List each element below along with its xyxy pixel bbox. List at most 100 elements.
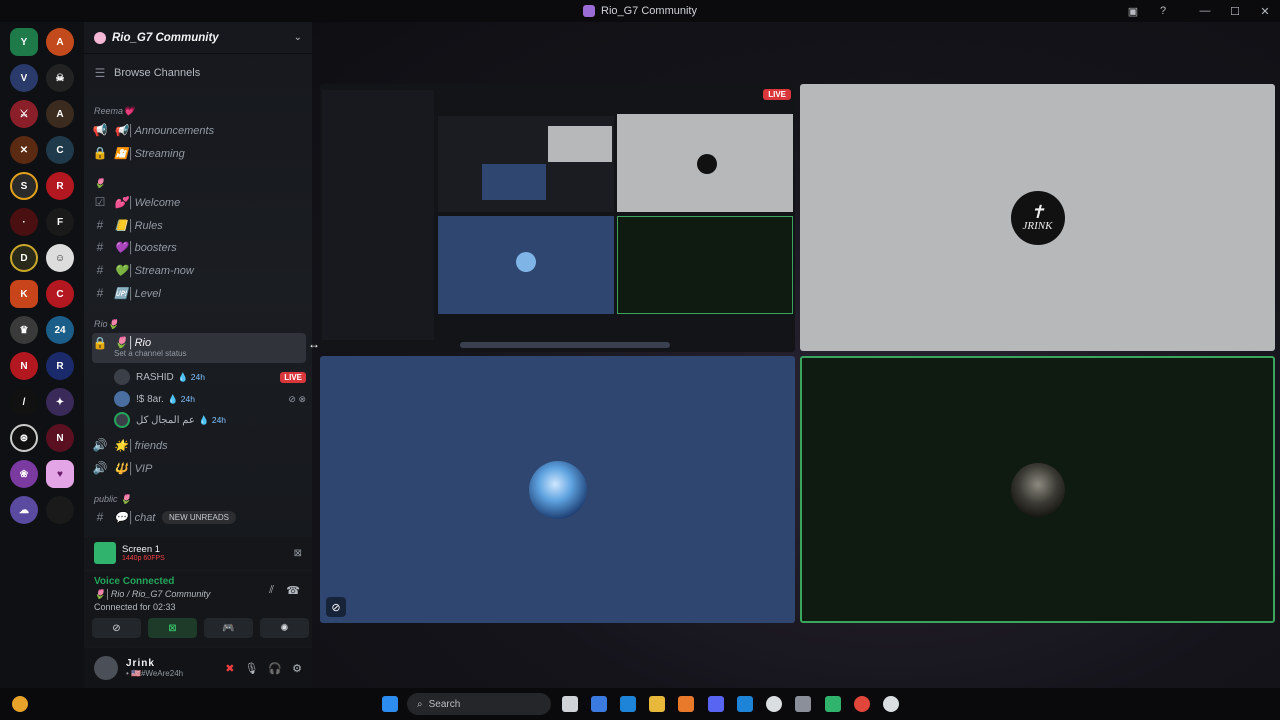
stream-panel: Screen 1 1440p 60FPS ⊠ (84, 537, 312, 569)
voice-channel-rio[interactable]: 🔒 🌷│Rio Set a channel status (92, 333, 306, 363)
server-icon[interactable]: A (46, 28, 74, 56)
app-icon[interactable] (825, 696, 841, 712)
server-icon[interactable]: ⚔ (10, 100, 38, 128)
app-icon[interactable] (737, 696, 753, 712)
server-icon[interactable]: R (46, 352, 74, 380)
app-icon[interactable] (883, 696, 899, 712)
participant-tile[interactable]: ✝ JRINK (800, 84, 1275, 351)
server-list: Y A V ☠ ⚔ A ✕ C S R · F D ☺ K C ♛ 24 N R… (0, 22, 84, 688)
server-icon[interactable]: A (46, 100, 74, 128)
server-icon[interactable]: ☺ (46, 244, 74, 272)
server-icon[interactable]: ✦ (46, 388, 74, 416)
disconnect-icon[interactable]: ☎ (286, 584, 300, 597)
activity-button[interactable]: 🎮 (204, 618, 253, 638)
server-icon[interactable]: S (10, 172, 38, 200)
stop-stream-icon[interactable]: ⊠ (294, 548, 302, 559)
participant-tile-speaking[interactable] (800, 356, 1275, 623)
channel-rules[interactable]: # 📒│Rules (92, 218, 306, 232)
screen-share-button[interactable]: ⊠ (148, 618, 197, 638)
folder-icon[interactable] (649, 696, 665, 712)
browse-channels[interactable]: ☰ Browse Channels (92, 66, 306, 80)
gear-icon[interactable]: ⚙ (292, 662, 302, 675)
chrome-icon[interactable] (854, 696, 870, 712)
channel-announcements[interactable]: 📢 📢│Announcements (92, 123, 306, 137)
chevron-down-icon[interactable]: ⌄ (294, 32, 302, 43)
channel-stream-now[interactable]: # 💚│Stream-now (92, 263, 306, 277)
voice-user[interactable]: !$ 8ar. 💧 24h ⊘ ⊗ (114, 391, 306, 407)
server-icon[interactable]: / (10, 388, 38, 416)
speaker-icon: 🔊 (92, 438, 108, 452)
start-button[interactable] (382, 696, 398, 712)
channel-vip[interactable]: 🔊 🔱│VIP (92, 461, 306, 475)
steam-icon[interactable] (766, 696, 782, 712)
server-icon[interactable]: F (46, 208, 74, 236)
discord-icon[interactable] (708, 696, 724, 712)
speaker-icon: 🔊 (92, 461, 108, 475)
avatar (528, 460, 587, 519)
hash-icon: # (96, 286, 104, 300)
inbox-icon[interactable]: ▣ (1118, 5, 1148, 18)
store-icon[interactable] (620, 696, 636, 712)
server-icon[interactable]: C (46, 280, 74, 308)
app-icon[interactable] (795, 696, 811, 712)
server-icon[interactable]: C (46, 136, 74, 164)
category-reema[interactable]: Reema💗 (94, 106, 134, 117)
microphone-icon[interactable]: 🎙 (244, 662, 258, 675)
channel-friends[interactable]: 🔊 🌟│friends (92, 438, 306, 452)
server-icon[interactable]: R (46, 172, 74, 200)
server-icon[interactable] (46, 496, 74, 524)
maximize-button[interactable]: ☐ (1220, 5, 1250, 18)
server-icon[interactable]: ✕ (10, 136, 38, 164)
participant-tile[interactable]: ⊘ (320, 356, 795, 623)
server-icon[interactable]: ⊛ (10, 424, 38, 452)
category-rio[interactable]: Rio🌷 (94, 319, 119, 330)
hash-icon: # (96, 240, 104, 254)
channel-boosters[interactable]: # 💜│boosters (92, 240, 306, 254)
server-icon[interactable]: N (10, 352, 38, 380)
app-icon[interactable] (678, 696, 694, 712)
server-icon[interactable]: 24 (46, 316, 74, 344)
server-icon[interactable]: ♛ (10, 316, 38, 344)
minimize-button[interactable]: — (1190, 5, 1220, 17)
channel-status[interactable]: Set a channel status (114, 349, 187, 358)
close-button[interactable]: ✕ (1250, 5, 1280, 18)
resize-handle-icon[interactable]: ↔ (308, 337, 320, 351)
search-input[interactable]: ⌕ Search (407, 693, 551, 715)
notification-icon[interactable] (12, 696, 28, 712)
server-icon[interactable]: ☠ (46, 64, 74, 92)
channel-streaming[interactable]: 🔒 🎦│Streaming (92, 146, 306, 160)
channel-welcome[interactable]: ☑ 💕│Welcome (92, 195, 306, 209)
channel-level[interactable]: # 🆙│Level (92, 286, 306, 300)
soundboard-button[interactable]: ✺ (260, 618, 309, 638)
task-view-icon[interactable] (562, 696, 578, 712)
screen-share-icon (94, 542, 116, 564)
server-icon[interactable]: V (10, 64, 38, 92)
stream-tile[interactable]: LIVE (320, 84, 795, 352)
voice-user[interactable]: عم المجال كل 💧 24h (114, 412, 306, 428)
help-icon[interactable]: ? (1148, 5, 1178, 17)
server-icon[interactable]: ❀ (10, 460, 38, 488)
copilot-icon[interactable] (591, 696, 607, 712)
server-icon[interactable]: Y (10, 28, 38, 56)
category-heart[interactable]: 🌷 (94, 178, 105, 189)
server-icon[interactable]: ☁ (10, 496, 38, 524)
window-title: Rio_G7 Community (583, 5, 697, 17)
server-icon[interactable]: N (46, 424, 74, 452)
new-unreads-button[interactable]: NEW UNREADS (162, 511, 237, 524)
voice-user[interactable]: RASHID 💧 24h LIVE (114, 369, 306, 385)
headphones-icon[interactable]: 🎧 (268, 662, 282, 675)
server-icon[interactable]: · (10, 208, 38, 236)
server-icon[interactable]: D (10, 244, 38, 272)
camera-off-button[interactable]: ⊘ (92, 618, 141, 638)
noise-suppression-icon[interactable]: ⫽ (269, 584, 274, 597)
category-public[interactable]: public 🌷 (94, 494, 131, 505)
camera-off-icon[interactable]: ⊘ (326, 597, 346, 617)
live-badge: LIVE (763, 89, 791, 100)
server-icon-active[interactable]: ♥ (46, 460, 74, 488)
server-icon[interactable]: K (10, 280, 38, 308)
mute-icon[interactable]: ✖ (225, 662, 234, 675)
lock-icon: 🔒 (92, 146, 108, 160)
logo: JRINK (1022, 219, 1053, 232)
server-header[interactable]: Rio_G7 Community ⌄ (84, 22, 312, 54)
avatar[interactable] (94, 656, 118, 680)
